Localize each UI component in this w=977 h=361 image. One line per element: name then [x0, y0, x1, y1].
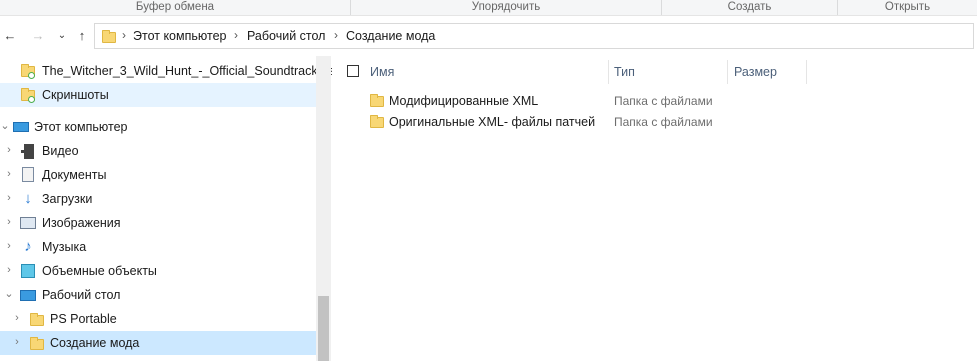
tree-item-documents[interactable]: › Документы	[0, 163, 316, 187]
recent-locations-button[interactable]: ⌄	[54, 28, 70, 44]
chevron-right-icon[interactable]: ›	[4, 240, 14, 252]
tree-item-video[interactable]: › Видео	[0, 139, 316, 163]
column-separator[interactable]	[608, 60, 609, 84]
list-item[interactable]: Модифицированные XML Папка с файлами	[332, 90, 977, 111]
forward-button[interactable]: →	[30, 28, 46, 44]
chevron-right-icon[interactable]: ›	[12, 312, 22, 324]
list-item[interactable]: Оригинальные XML- файлы патчей Папка с ф…	[332, 111, 977, 132]
breadcrumb-desktop[interactable]: Рабочий стол	[247, 29, 325, 43]
sync-status-icon	[28, 72, 35, 79]
column-separator[interactable]	[806, 60, 807, 84]
navigation-bar: ← → ⌄ ↑ › Этот компьютер › Рабочий стол …	[0, 16, 977, 56]
file-list: Имя Тип Размер Модифицированные XML Папк…	[332, 56, 977, 361]
3d-objects-icon	[21, 264, 35, 278]
tree-item-label: Документы	[42, 168, 107, 182]
breadcrumb-separator: ›	[234, 28, 238, 42]
tree-item-pictures[interactable]: › Изображения	[0, 211, 316, 235]
column-header-size[interactable]: Размер	[734, 65, 777, 79]
tree-item-label: Рабочий стол	[42, 288, 121, 302]
file-name: Модифицированные XML	[389, 94, 539, 108]
ribbon-group-new: Создать	[727, 1, 772, 13]
folder-icon	[30, 337, 44, 350]
downloads-icon: ↓	[24, 190, 32, 207]
tree-item-witcher-soundtrack[interactable]: The_Witcher_3_Wild_Hunt_-_Official_Sound…	[0, 59, 338, 83]
folder-icon	[30, 313, 44, 326]
forward-arrow-icon: →	[31, 28, 45, 43]
breadcrumb-separator: ›	[334, 28, 338, 42]
tree-item-label: Загрузки	[42, 192, 93, 206]
chevron-down-icon[interactable]: ⌄	[0, 120, 10, 132]
tree-item-label: Объемные объекты	[42, 264, 157, 278]
tree-item-label: Скриншоты	[42, 88, 109, 102]
ribbon-group-bar: Буфер обмена Упорядочить Создать Открыть	[0, 0, 977, 16]
folder-icon	[370, 115, 384, 128]
video-icon	[21, 144, 34, 159]
tree-item-this-pc[interactable]: ⌄ Этот компьютер	[0, 115, 316, 139]
tree-item-3d-objects[interactable]: › Объемные объекты	[0, 259, 316, 283]
pictures-icon	[20, 217, 36, 229]
scrollbar-thumb[interactable]	[318, 296, 329, 361]
back-button[interactable]: ←	[2, 28, 18, 44]
chevron-down-icon[interactable]: ⌄	[4, 288, 14, 300]
file-type: Папка с файлами	[614, 115, 713, 129]
tree-item-mod-creation[interactable]: › Создание мода	[0, 331, 316, 355]
tree-item-downloads[interactable]: › ↓ Загрузки	[0, 187, 316, 211]
tree-item-music[interactable]: › ♪ Музыка	[0, 235, 316, 259]
tree-item-screenshots[interactable]: Скриншоты	[0, 83, 316, 107]
ribbon-group-organize: Упорядочить	[471, 1, 541, 13]
ribbon-group-open: Открыть	[884, 1, 931, 13]
documents-icon	[22, 167, 34, 182]
chevron-right-icon[interactable]: ›	[4, 216, 14, 228]
column-header-name[interactable]: Имя	[370, 65, 394, 79]
tree-item-desktop[interactable]: ⌄ Рабочий стол	[0, 283, 316, 307]
tree-item-label: PS Portable	[50, 312, 117, 326]
folder-icon	[102, 30, 116, 43]
chevron-right-icon[interactable]: ›	[4, 264, 14, 276]
breadcrumb-separator: ›	[122, 28, 126, 42]
tree-item-label: Видео	[42, 144, 79, 158]
up-button[interactable]: ↑	[74, 28, 90, 44]
tree-item-label: Изображения	[42, 216, 121, 230]
tree-item-label: Создание мода	[50, 336, 140, 350]
select-all-checkbox[interactable]	[347, 65, 359, 77]
tree-item-ps-portable[interactable]: › PS Portable	[0, 307, 316, 331]
computer-icon	[13, 122, 29, 132]
chevron-right-icon[interactable]: ›	[4, 144, 14, 156]
folder-icon	[370, 94, 384, 107]
tree-item-label: Музыка	[42, 240, 87, 254]
column-header-type[interactable]: Тип	[614, 65, 635, 79]
address-bar[interactable]: › Этот компьютер › Рабочий стол › Создан…	[94, 23, 974, 49]
sync-status-icon	[28, 96, 35, 103]
ribbon-group-clipboard: Буфер обмена	[135, 1, 215, 13]
desktop-icon	[20, 290, 36, 301]
column-separator[interactable]	[727, 60, 728, 84]
chevron-right-icon[interactable]: ›	[4, 168, 14, 180]
music-icon: ♪	[24, 238, 32, 255]
file-type: Папка с файлами	[614, 94, 713, 108]
chevron-right-icon[interactable]: ›	[12, 336, 22, 348]
navigation-pane: The_Witcher_3_Wild_Hunt_-_Official_Sound…	[0, 56, 338, 361]
tree-item-label: The_Witcher_3_Wild_Hunt_-_Official_Sound…	[42, 64, 339, 78]
breadcrumb-this-pc[interactable]: Этот компьютер	[133, 29, 226, 43]
chevron-down-icon: ⌄	[57, 30, 67, 41]
breadcrumb-mod-creation[interactable]: Создание мода	[346, 29, 435, 43]
navigation-pane-scrollbar[interactable]	[316, 56, 331, 361]
tree-item-label: Этот компьютер	[34, 120, 128, 134]
file-name: Оригинальные XML- файлы патчей	[389, 115, 596, 129]
up-arrow-icon: ↑	[78, 28, 86, 43]
back-arrow-icon: ←	[3, 28, 17, 43]
chevron-right-icon[interactable]: ›	[4, 192, 14, 204]
